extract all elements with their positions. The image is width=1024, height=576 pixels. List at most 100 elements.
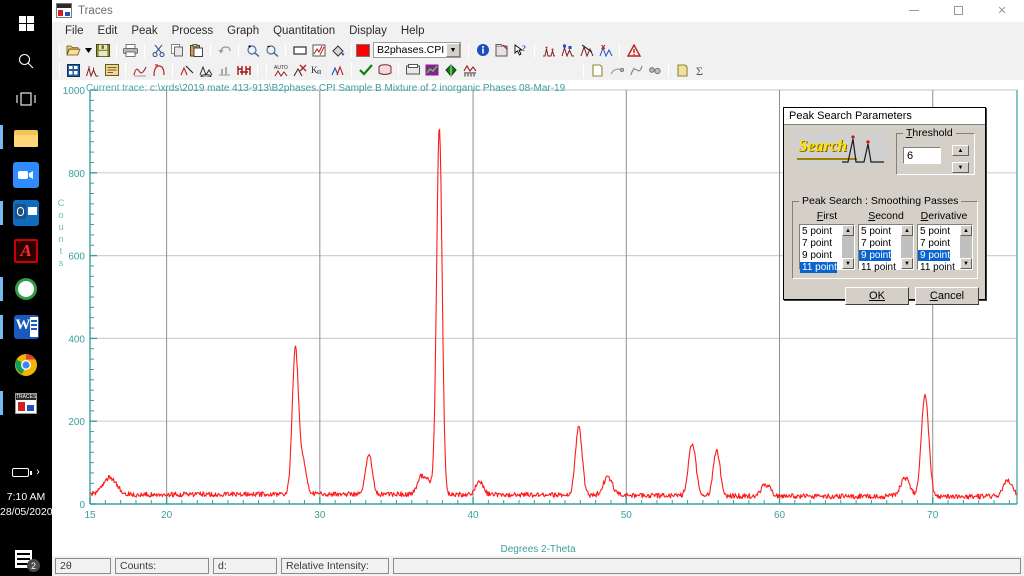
- ok-button[interactable]: OK: [845, 287, 909, 305]
- overlay-icon[interactable]: [328, 61, 347, 79]
- notes-icon[interactable]: [102, 61, 121, 79]
- scroll-thumb[interactable]: [960, 236, 972, 258]
- sum-icon[interactable]: Σ: [692, 61, 711, 79]
- trace-file-combobox[interactable]: B2phases.CPI ▼: [373, 42, 461, 58]
- menu-help[interactable]: Help: [394, 24, 432, 38]
- scroll-up-icon[interactable]: ▲: [960, 225, 972, 236]
- print-icon[interactable]: [121, 41, 140, 59]
- maximize-button[interactable]: [936, 0, 980, 22]
- first-smoothing-listbox[interactable]: 5 point 7 point 9 point 11 point ▲ ▼: [799, 224, 855, 273]
- derivative-option-1[interactable]: 7 point: [918, 238, 950, 249]
- derivative-option-0[interactable]: 5 point: [918, 226, 950, 237]
- notification-center-button[interactable]: 2: [0, 550, 52, 572]
- second-smoothing-listbox[interactable]: 5 point 7 point 9 point 11 point ▲ ▼: [858, 224, 914, 273]
- firefox-icon[interactable]: [0, 270, 52, 308]
- derivative-option-2[interactable]: 9 point: [918, 250, 951, 261]
- outlook-icon[interactable]: [0, 194, 52, 232]
- page-2-icon[interactable]: [607, 61, 626, 79]
- fill-color-icon[interactable]: [328, 41, 347, 59]
- scroll-up-icon[interactable]: ▲: [842, 225, 854, 236]
- page-3-icon[interactable]: [626, 61, 645, 79]
- context-help-icon[interactable]: ?: [511, 41, 530, 59]
- derivative-scrollbar[interactable]: ▲ ▼: [960, 225, 972, 269]
- page-4-icon[interactable]: [645, 61, 664, 79]
- threshold-decrement-button[interactable]: ▼: [952, 162, 969, 173]
- scroll-up-icon[interactable]: ▲: [901, 225, 913, 236]
- plot-icon[interactable]: [422, 61, 441, 79]
- print-preview-icon[interactable]: [403, 61, 422, 79]
- derivative-smoothing-listbox[interactable]: 5 point 7 point 9 point 11 point ▲ ▼: [917, 224, 973, 273]
- first-option-1[interactable]: 7 point: [800, 238, 832, 249]
- undo-icon[interactable]: [215, 41, 234, 59]
- save-icon[interactable]: [93, 41, 112, 59]
- data-table-icon[interactable]: [64, 61, 83, 79]
- paste-icon[interactable]: [187, 41, 206, 59]
- k-alpha-icon[interactable]: Kα: [309, 61, 328, 79]
- menu-quantitation[interactable]: Quantitation: [266, 24, 342, 38]
- second-scrollbar[interactable]: ▲ ▼: [901, 225, 913, 269]
- derivative-icon[interactable]: [149, 61, 168, 79]
- second-option-1[interactable]: 7 point: [859, 238, 891, 249]
- start-button[interactable]: [0, 4, 52, 42]
- first-scrollbar[interactable]: ▲ ▼: [842, 225, 854, 269]
- copy-icon[interactable]: [168, 41, 187, 59]
- phase-icon[interactable]: [441, 61, 460, 79]
- menu-graph[interactable]: Graph: [220, 24, 266, 38]
- menu-peak[interactable]: Peak: [124, 24, 164, 38]
- second-option-3[interactable]: 11 point: [859, 262, 896, 273]
- close-button[interactable]: ✕: [980, 0, 1024, 22]
- menu-display[interactable]: Display: [342, 24, 394, 38]
- properties-icon[interactable]: [492, 41, 511, 59]
- report-icon[interactable]: [673, 61, 692, 79]
- zoom-app-icon[interactable]: [0, 156, 52, 194]
- taskbar-clock[interactable]: 7:10 AM 28/05/2020: [0, 490, 53, 520]
- peak-strip-icon[interactable]: [577, 41, 596, 59]
- threshold-input[interactable]: 6: [903, 147, 941, 164]
- zoom-out-icon[interactable]: [262, 41, 281, 59]
- open-file-icon[interactable]: [64, 41, 83, 59]
- smooth-icon[interactable]: [130, 61, 149, 79]
- background-strip-icon[interactable]: [177, 61, 196, 79]
- cut-icon[interactable]: [149, 41, 168, 59]
- zoom-in-icon[interactable]: [243, 41, 262, 59]
- menu-process[interactable]: Process: [165, 24, 221, 38]
- chrome-icon[interactable]: [0, 346, 52, 384]
- first-option-0[interactable]: 5 point: [800, 226, 832, 237]
- scroll-down-icon[interactable]: ▼: [901, 258, 913, 269]
- auto-scale-icon[interactable]: AUTO: [271, 61, 290, 79]
- acrobat-reader-icon[interactable]: A: [0, 232, 52, 270]
- first-option-2[interactable]: 9 point: [800, 250, 832, 261]
- chevron-down-icon[interactable]: ▼: [446, 43, 460, 57]
- warning-icon[interactable]: [624, 41, 643, 59]
- ka2-strip-icon[interactable]: [196, 61, 215, 79]
- peak-fit-icon[interactable]: [596, 41, 615, 59]
- peak-label-icon[interactable]: [558, 41, 577, 59]
- bar-chart-icon[interactable]: [215, 61, 234, 79]
- task-view-icon[interactable]: [0, 80, 52, 118]
- database-icon[interactable]: [375, 61, 394, 79]
- crystal-icon[interactable]: [234, 61, 253, 79]
- peak-search-icon[interactable]: [539, 41, 558, 59]
- search-icon[interactable]: [0, 42, 52, 80]
- traces-app-icon[interactable]: TRACES: [0, 384, 52, 422]
- scroll-thumb[interactable]: [842, 236, 854, 258]
- menu-file[interactable]: File: [58, 24, 91, 38]
- peak-search-parameters-dialog[interactable]: Peak Search Parameters Search Threshold …: [783, 107, 986, 305]
- check-icon[interactable]: [356, 61, 375, 79]
- menu-edit[interactable]: Edit: [91, 24, 125, 38]
- rectangle-select-icon[interactable]: [290, 41, 309, 59]
- scroll-thumb[interactable]: [901, 236, 913, 258]
- info-icon[interactable]: [473, 41, 492, 59]
- delete-peak-icon[interactable]: [290, 61, 309, 79]
- first-option-3[interactable]: 11 point: [800, 262, 837, 273]
- second-option-2[interactable]: 9 point: [859, 250, 892, 261]
- page-1-icon[interactable]: [588, 61, 607, 79]
- threshold-increment-button[interactable]: ▲: [952, 145, 969, 156]
- edit-trace-icon[interactable]: [309, 41, 328, 59]
- peak-list-icon[interactable]: [83, 61, 102, 79]
- system-tray[interactable]: ›: [0, 466, 52, 478]
- file-explorer-icon[interactable]: [0, 118, 52, 156]
- cancel-button[interactable]: Cancel: [915, 287, 979, 305]
- scroll-down-icon[interactable]: ▼: [960, 258, 972, 269]
- derivative-option-3[interactable]: 11 point: [918, 262, 955, 273]
